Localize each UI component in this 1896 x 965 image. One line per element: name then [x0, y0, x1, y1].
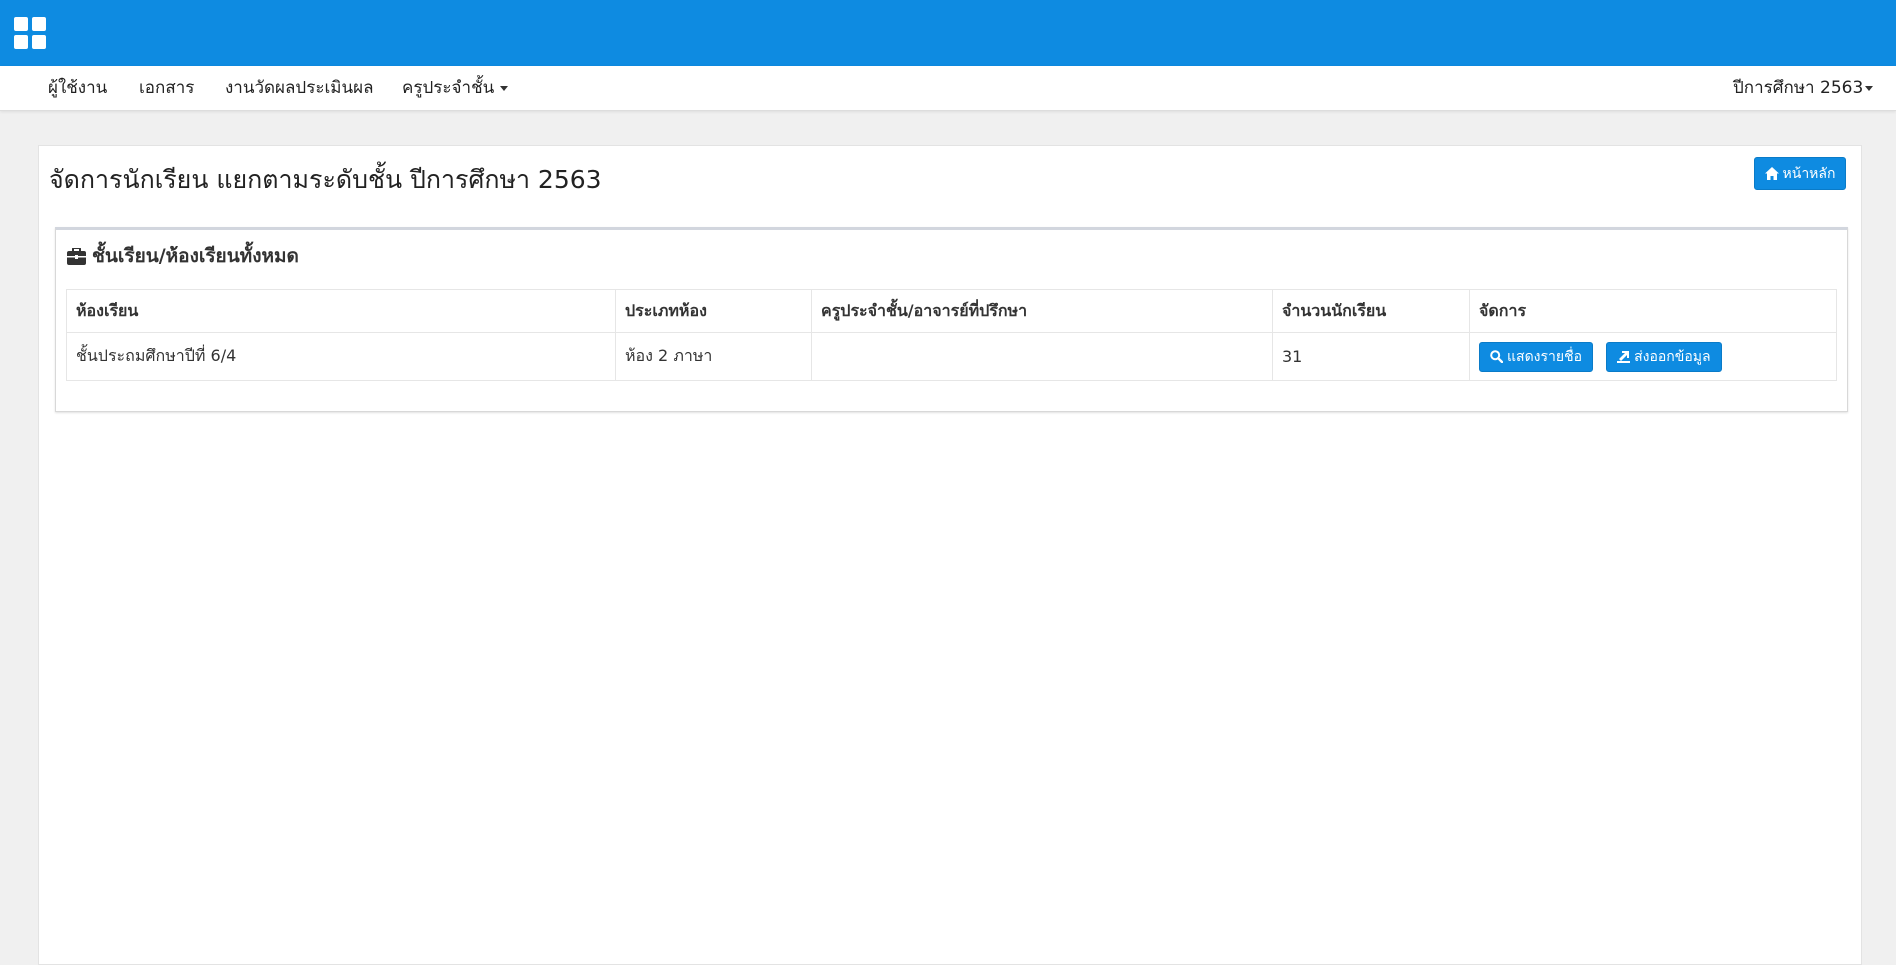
- show-list-label: แสดงรายชื่อ: [1507, 348, 1582, 365]
- nav-bar: ผู้ใช้งาน เอกสาร งานวัดผลประเมินผล ครูปร…: [0, 66, 1896, 111]
- cell-room-type: ห้อง 2 ภาษา: [615, 332, 812, 381]
- cell-actions: แสดงรายชื่อ ส่งออกข้อมูล: [1469, 332, 1837, 381]
- nav-item-documents[interactable]: เอกสาร: [139, 66, 194, 110]
- grid-icon[interactable]: [14, 17, 46, 49]
- column-header-room: ห้องเรียน: [66, 289, 616, 333]
- table-row: ชั้นประถมศึกษาปีที่ 6/4 ห้อง 2 ภาษา 31 แ…: [66, 332, 1837, 381]
- export-icon: [1617, 351, 1631, 363]
- show-list-button[interactable]: แสดงรายชื่อ: [1479, 341, 1593, 372]
- nav-item-assessment[interactable]: งานวัดผลประเมินผล: [225, 66, 374, 110]
- nav-item-users[interactable]: ผู้ใช้งาน: [48, 66, 107, 110]
- cell-teacher: [811, 332, 1273, 381]
- table-header-row: ห้องเรียน ประเภทห้อง ครูประจำชั้น/อาจารย…: [66, 289, 1837, 333]
- home-button[interactable]: หน้าหลัก: [1754, 157, 1846, 190]
- home-button-label: หน้าหลัก: [1782, 165, 1836, 182]
- page-title: จัดการนักเรียน แยกตามระดับชั้น ปีการศึกษ…: [49, 165, 602, 194]
- box-title: ชั้นเรียน/ห้องเรียนทั้งหมด: [67, 241, 299, 271]
- academic-year-menu[interactable]: ปีการศึกษา 2563: [1733, 66, 1874, 110]
- nav-item-homeroom-label: ครูประจำชั้น: [402, 78, 495, 98]
- column-header-room-type: ประเภทห้อง: [615, 289, 812, 333]
- search-icon: [1490, 350, 1503, 363]
- box-title-text: ชั้นเรียน/ห้องเรียนทั้งหมด: [92, 245, 299, 267]
- briefcase-icon: [67, 247, 86, 265]
- export-data-button[interactable]: ส่งออกข้อมูล: [1606, 341, 1722, 372]
- top-bar: [0, 0, 1896, 66]
- caret-down-icon: [500, 85, 509, 91]
- classrooms-table: ห้องเรียน ประเภทห้อง ครูประจำชั้น/อาจารย…: [66, 289, 1837, 381]
- home-icon: [1764, 167, 1779, 180]
- nav-item-homeroom-teacher[interactable]: ครูประจำชั้น: [402, 66, 509, 110]
- column-header-student-count: จำนวนนักเรียน: [1272, 289, 1470, 333]
- main-panel: จัดการนักเรียน แยกตามระดับชั้น ปีการศึกษ…: [38, 145, 1862, 965]
- classrooms-box: ชั้นเรียน/ห้องเรียนทั้งหมด ห้องเรียน ประ…: [55, 227, 1848, 412]
- cell-student-count: 31: [1272, 332, 1470, 381]
- export-data-label: ส่งออกข้อมูล: [1634, 348, 1711, 365]
- caret-down-icon: [1865, 85, 1874, 91]
- academic-year-label: ปีการศึกษา 2563: [1733, 78, 1864, 98]
- cell-room: ชั้นประถมศึกษาปีที่ 6/4: [66, 332, 616, 381]
- column-header-actions: จัดการ: [1469, 289, 1837, 333]
- column-header-teacher: ครูประจำชั้น/อาจารย์ที่ปรึกษา: [811, 289, 1273, 333]
